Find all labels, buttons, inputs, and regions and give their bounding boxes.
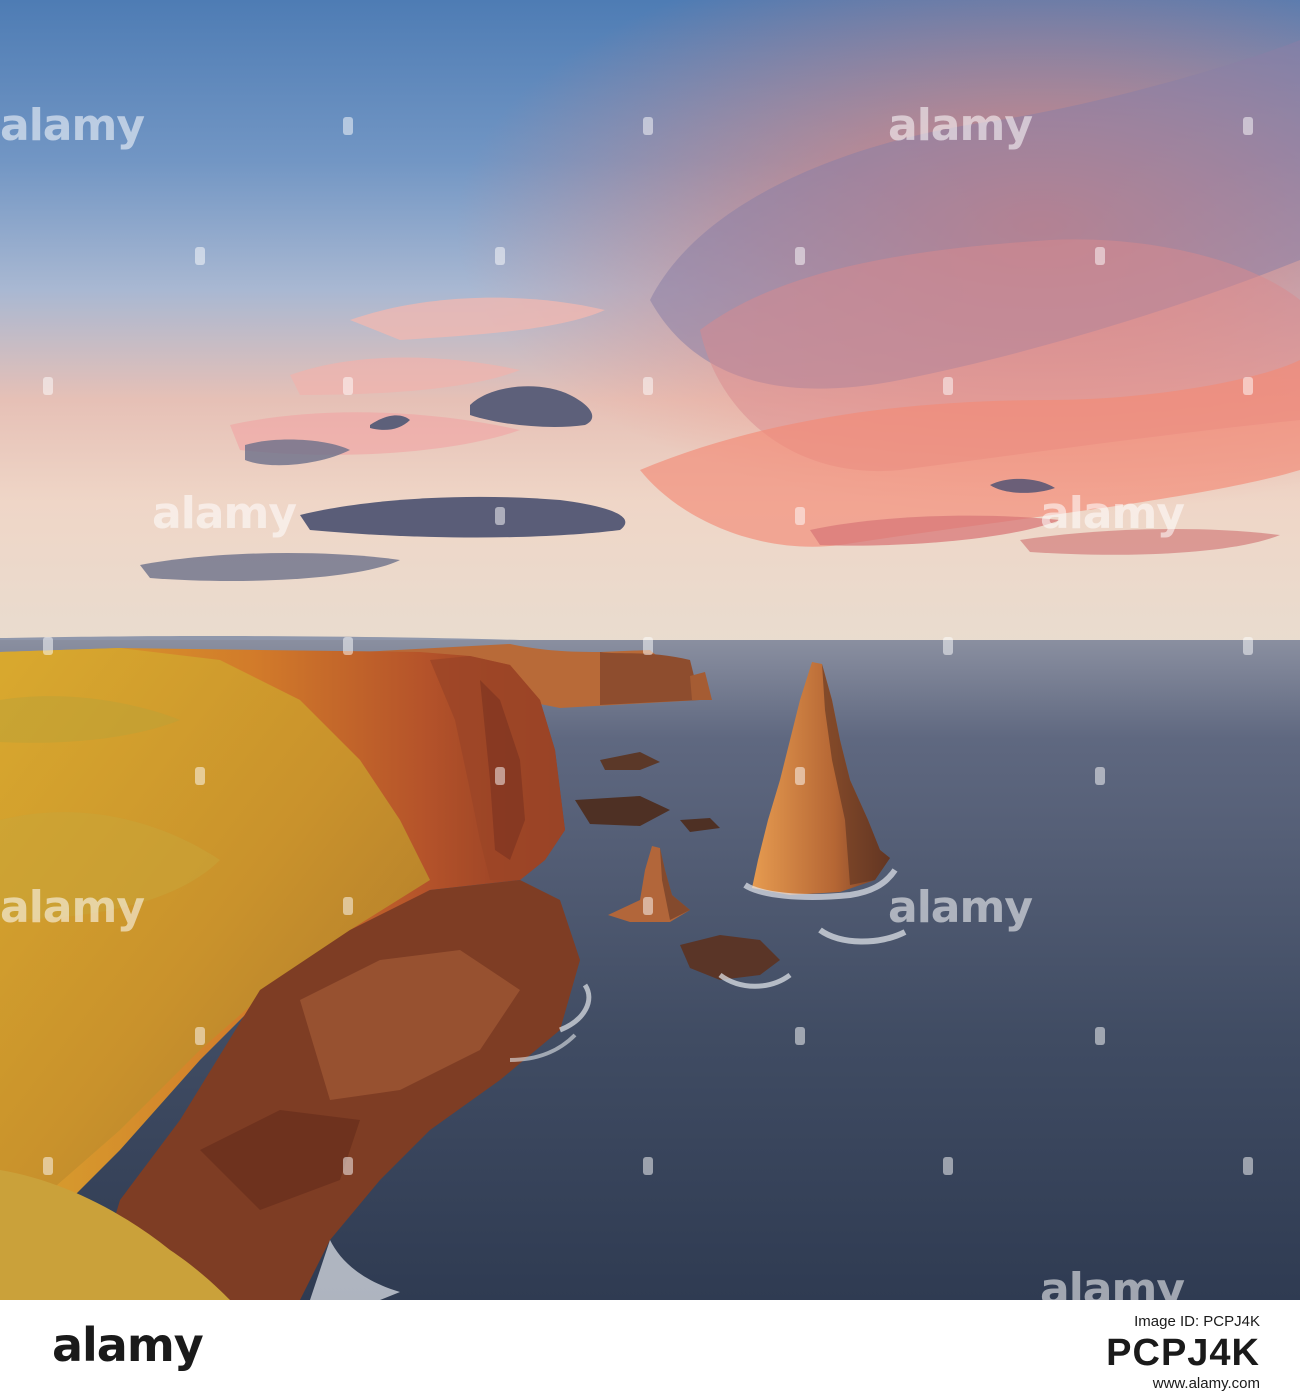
landscape-photo bbox=[0, 0, 1300, 1300]
image-info: Image ID: PCPJ4K PCPJ4K www.alamy.com bbox=[1106, 1312, 1260, 1394]
alamy-logo[interactable]: alamy bbox=[52, 1318, 204, 1372]
image-id: PCPJ4K bbox=[1106, 1332, 1260, 1374]
site-url[interactable]: www.alamy.com bbox=[1106, 1374, 1260, 1394]
footer-bar: alamy Image ID: PCPJ4K PCPJ4K www.alamy.… bbox=[0, 1300, 1300, 1392]
image-id-label: Image ID: PCPJ4K bbox=[1134, 1313, 1260, 1330]
